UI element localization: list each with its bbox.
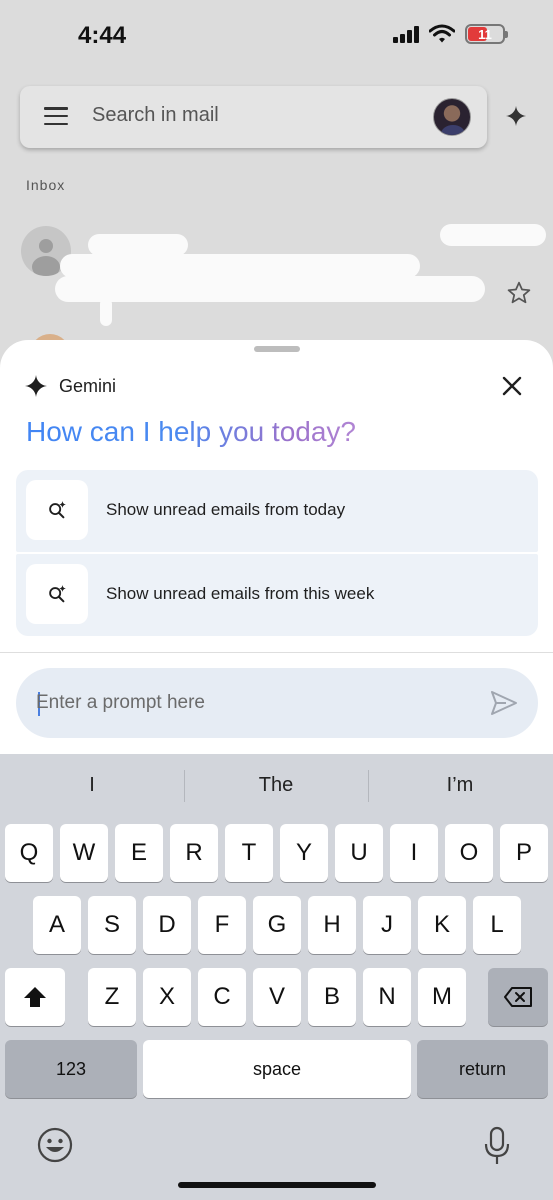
suggestion-label: Show unread emails from this week <box>106 584 375 603</box>
prompt-placeholder: Enter a prompt here <box>36 692 205 713</box>
redacted-scribble <box>100 298 112 326</box>
send-icon[interactable] <box>490 690 518 716</box>
key-c[interactable]: C <box>198 968 246 1026</box>
key-i[interactable]: I <box>390 824 438 882</box>
key-q[interactable]: Q <box>5 824 53 882</box>
battery-icon: 11 <box>465 24 508 44</box>
key-f[interactable]: F <box>198 896 246 954</box>
gemini-sheet: Gemini How can I help you today? Show un… <box>0 340 553 754</box>
suggestion-chip[interactable]: Show unread emails from today <box>16 470 538 552</box>
account-avatar[interactable] <box>433 98 471 136</box>
search-sparkle-icon <box>49 584 67 603</box>
key-s[interactable]: S <box>88 896 136 954</box>
gemini-sparkle-icon[interactable] <box>505 105 527 127</box>
key-h[interactable]: H <box>308 896 356 954</box>
cellular-signal-icon <box>393 25 419 43</box>
redacted-preview <box>55 276 485 302</box>
gemini-headline: How can I help you today? <box>26 416 356 447</box>
home-indicator[interactable] <box>178 1182 376 1188</box>
key-v[interactable]: V <box>253 968 301 1026</box>
search-bar[interactable]: Search in mail <box>20 86 487 148</box>
shift-key[interactable] <box>5 968 65 1026</box>
redacted-sender <box>88 234 188 256</box>
key-e[interactable]: E <box>115 824 163 882</box>
key-o[interactable]: O <box>445 824 493 882</box>
menu-icon[interactable] <box>44 107 68 125</box>
space-key[interactable]: space <box>143 1040 411 1098</box>
key-l[interactable]: L <box>473 896 521 954</box>
star-icon[interactable] <box>506 280 532 306</box>
suggestion-label: Show unread emails from today <box>106 500 346 519</box>
backspace-key[interactable] <box>488 968 548 1026</box>
key-d[interactable]: D <box>143 896 191 954</box>
key-p[interactable]: P <box>500 824 548 882</box>
key-j[interactable]: J <box>363 896 411 954</box>
key-k[interactable]: K <box>418 896 466 954</box>
key-y[interactable]: Y <box>280 824 328 882</box>
prompt-input[interactable]: Enter a prompt here <box>16 668 538 738</box>
gemini-title: Gemini <box>59 376 117 396</box>
predictive-bar: I The I’m <box>0 768 553 808</box>
email-row[interactable] <box>0 220 553 326</box>
key-r[interactable]: R <box>170 824 218 882</box>
key-g[interactable]: G <box>253 896 301 954</box>
shift-icon <box>24 987 46 1007</box>
predictive-word[interactable]: The <box>184 774 368 797</box>
return-key[interactable]: return <box>417 1040 548 1098</box>
numbers-key[interactable]: 123 <box>5 1040 137 1098</box>
wifi-icon <box>429 24 455 43</box>
key-w[interactable]: W <box>60 824 108 882</box>
key-m[interactable]: M <box>418 968 466 1026</box>
key-x[interactable]: X <box>143 968 191 1026</box>
status-bar: 4:44 11 <box>0 0 553 72</box>
key-t[interactable]: T <box>225 824 273 882</box>
inbox-label: Inbox <box>26 177 66 193</box>
divider <box>0 652 553 653</box>
suggestion-chip[interactable]: Show unread emails from this week <box>16 554 538 636</box>
close-icon[interactable] <box>500 374 524 398</box>
status-icons: 11 <box>393 24 508 44</box>
emoji-icon[interactable] <box>36 1126 74 1164</box>
keyboard: I The I’m Q W E R T Y U I O P A S D F G … <box>0 754 553 1200</box>
key-z[interactable]: Z <box>88 968 136 1026</box>
key-b[interactable]: B <box>308 968 356 1026</box>
gemini-icon <box>25 375 47 397</box>
key-a[interactable]: A <box>33 896 81 954</box>
status-time: 4:44 <box>78 22 127 49</box>
drag-handle[interactable] <box>254 346 300 352</box>
key-u[interactable]: U <box>335 824 383 882</box>
battery-level: 11 <box>478 26 492 42</box>
search-sparkle-icon <box>49 500 67 519</box>
redacted-subject <box>60 254 420 278</box>
predictive-word[interactable]: I’m <box>368 774 552 797</box>
key-n[interactable]: N <box>363 968 411 1026</box>
microphone-icon[interactable] <box>482 1126 512 1166</box>
redacted-date <box>440 224 546 246</box>
search-input[interactable]: Search in mail <box>92 104 219 127</box>
predictive-word[interactable]: I <box>0 774 184 797</box>
backspace-icon <box>504 987 532 1007</box>
